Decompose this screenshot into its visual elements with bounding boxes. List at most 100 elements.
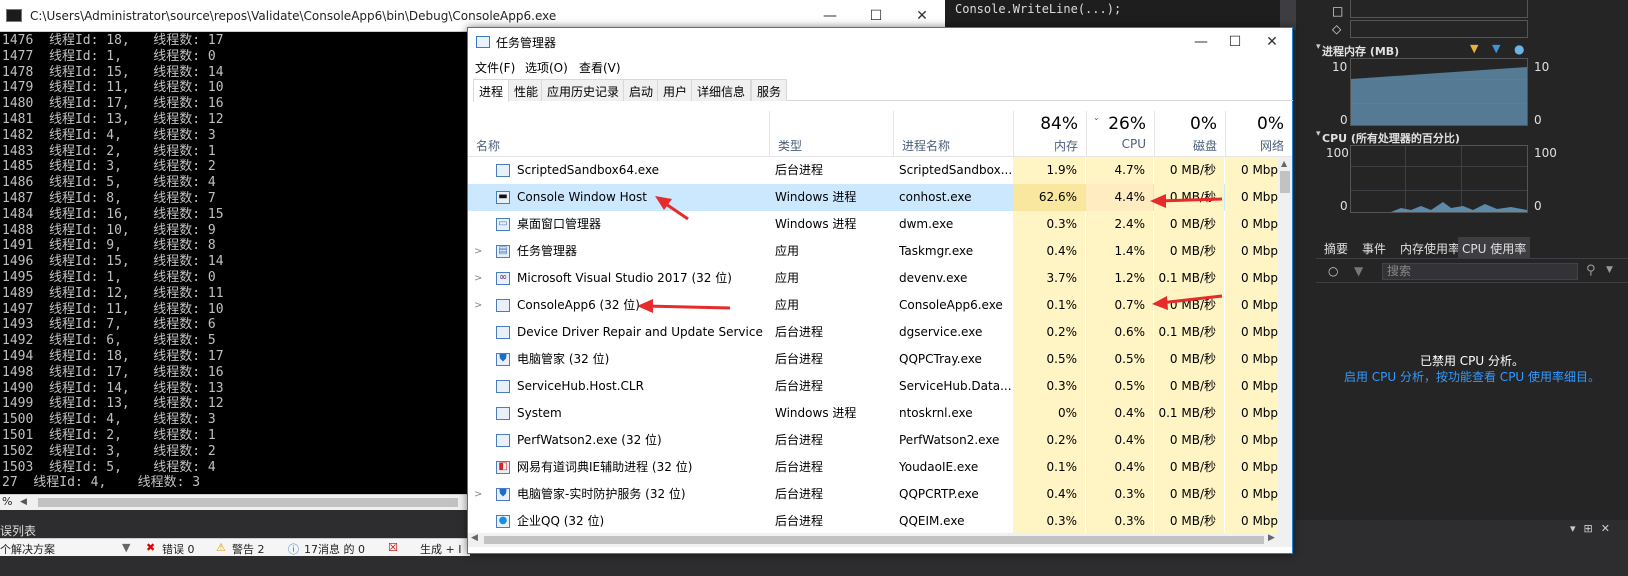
col-memory[interactable]: 84% 内存 (1013, 111, 1086, 157)
expand-chevron-icon[interactable]: > (474, 481, 488, 508)
enable-cpu-profiling-link[interactable]: 启用 CPU 分析，按功能查看 CPU 使用率细目。 (1316, 368, 1628, 385)
chevron-down-icon[interactable]: ▼ (1606, 265, 1613, 275)
console-hscrollbar[interactable]: % ◀ (0, 494, 470, 510)
process-row[interactable]: > ConsoleApp6 (32 位) 应用 ConsoleApp6.exe 0.1%… (468, 292, 1278, 319)
search-input[interactable]: 搜索 (1382, 263, 1578, 280)
console-line: 1488 线程Id: 10, 线程数: 9 (2, 222, 216, 238)
expand-chevron-icon[interactable] (474, 508, 488, 535)
process-image-name: QQEIM.exe (899, 514, 965, 528)
scroll-left-icon[interactable]: ◀ (471, 533, 478, 543)
tab-details[interactable]: 详细信息 (691, 79, 752, 101)
close-button[interactable]: ✕ (1249, 28, 1295, 56)
process-row[interactable]: ◧ 网易有道词典IE辅助进程 (32 位) 后台进程 YoudaoIE.exe 0.1%… (468, 454, 1278, 481)
expand-chevron-icon[interactable] (474, 400, 488, 427)
scroll-up-icon[interactable]: ▲ (1281, 159, 1287, 168)
chevron-down-icon[interactable]: ▼ (122, 541, 130, 554)
scroll-thumb[interactable] (38, 498, 458, 507)
col-name[interactable]: 名称 (468, 111, 769, 157)
tab-app-history[interactable]: 应用历史记录 (541, 79, 626, 101)
expand-chevron-icon[interactable] (474, 211, 488, 238)
collapse-arrow-icon[interactable]: ▾ (1316, 129, 1321, 139)
process-row[interactable]: PerfWatson2.exe (32 位) 后台进程 PerfWatson2.ex… (468, 427, 1278, 454)
collapse-arrow-icon[interactable]: ▾ (1316, 42, 1321, 52)
solution-filter[interactable]: 个解决方案 (0, 541, 55, 557)
console-line: 1495 线程Id: 1, 线程数: 0 (2, 269, 216, 285)
checkbox-icon[interactable]: □ (1332, 4, 1343, 18)
process-list-hscrollbar[interactable]: ◀ ▶ (468, 533, 1292, 547)
process-row[interactable]: ScriptedSandbox64.exe 后台进程 ScriptedSandbox… (468, 157, 1278, 184)
messages-filter[interactable]: 17消息 的 0 (304, 541, 365, 557)
process-row[interactable]: Device Driver Repair and Update Service … (468, 319, 1278, 346)
build-filter[interactable]: 生成 + I (420, 541, 461, 557)
tab-memory-usage[interactable]: 内存使用率 (1396, 237, 1464, 259)
menu-file[interactable]: 文件(F) (475, 59, 515, 76)
cpu-chart (1350, 145, 1528, 213)
diagnostic-tools-panel: □ ◇ ▾ 进程内存 (MB) ▼ ▼ ● 10 10 0 0 ▾ CPU (所… (1296, 0, 1628, 520)
scroll-thumb[interactable] (1280, 171, 1290, 193)
expand-chevron-icon[interactable] (474, 373, 488, 400)
tab-users[interactable]: 用户 (657, 79, 694, 101)
process-cpu: 0.5% (1086, 346, 1153, 373)
expand-chevron-icon[interactable] (474, 157, 488, 184)
expand-chevron-icon[interactable] (474, 319, 488, 346)
task-manager-window[interactable]: 任务管理器 — ☐ ✕ 文件(F) 选项(O) 查看(V) 进程 性能 应用历史… (467, 27, 1293, 554)
cpu-area (1351, 202, 1527, 212)
process-row[interactable]: ServiceHub.Host.CLR 后台进程 ServiceHub.Data..… (468, 373, 1278, 400)
scroll-thumb[interactable] (484, 536, 1264, 544)
warning-icon: ⚠ (216, 541, 226, 554)
process-type: 后台进程 (775, 487, 824, 501)
menu-options[interactable]: 选项(O) (525, 59, 568, 76)
tab-cpu-usage[interactable]: CPU 使用率 (1458, 237, 1531, 259)
console-icon: ▬ (496, 191, 510, 204)
memory-ymin-right: 0 (1534, 113, 1542, 127)
search-icon[interactable]: ⚲ (1586, 263, 1596, 278)
process-row[interactable]: ⛊ 电脑管家 (32 位) 后台进程 QQPCTray.exe 0.5% 0.5% 0 MB… (468, 346, 1278, 373)
col-cpu[interactable]: ⌄ 26% CPU (1086, 111, 1154, 157)
process-row[interactable]: ● 企业QQ (32 位) 后台进程 QQEIM.exe 0.3% 0.3% 0 MB/秒 0… (468, 508, 1278, 535)
panel-pin-icons[interactable]: ▾⊞✕ (1570, 522, 1618, 535)
tab-processes[interactable]: 进程 (473, 79, 510, 102)
scroll-right-icon[interactable]: ▶ (1268, 533, 1275, 543)
process-row[interactable]: ▭ 桌面窗口管理器 Windows 进程 dwm.exe 0.3% 2.4% 0 MB/秒 0… (468, 211, 1278, 238)
scroll-left-icon[interactable]: ◀ (20, 497, 27, 507)
col-disk[interactable]: 0% 磁盘 (1154, 111, 1225, 157)
process-row[interactable]: > ∞ Microsoft Visual Studio 2017 (32 位) 应用 d… (468, 265, 1278, 292)
filter-icon[interactable]: ▼ (1354, 264, 1363, 278)
visual-studio-icon: ∞ (496, 272, 510, 285)
process-image-name: PerfWatson2.exe (899, 433, 1000, 447)
process-list-vscrollbar[interactable]: ▲ ▼ (1278, 157, 1292, 543)
console-line: 1499 线程Id: 13, 线程数: 12 (2, 396, 224, 412)
clear-filter-icon[interactable]: ☒ (388, 541, 398, 554)
expand-chevron-icon[interactable]: > (474, 238, 488, 265)
record-icon[interactable]: ○ (1328, 264, 1338, 278)
app-window-icon (496, 380, 510, 393)
warnings-filter[interactable]: 警告 2 (232, 541, 265, 557)
expand-chevron-icon[interactable] (474, 184, 488, 211)
editor-scrollbar[interactable] (1280, 0, 1296, 30)
qq-icon: ● (496, 515, 510, 528)
expand-chevron-icon[interactable]: > (474, 265, 488, 292)
menu-view[interactable]: 查看(V) (579, 59, 621, 76)
desktop-window-icon: ▭ (496, 218, 510, 231)
col-type[interactable]: 类型 (769, 111, 893, 157)
expand-chevron-icon[interactable] (474, 346, 488, 373)
process-row[interactable]: > ▤ 任务管理器 应用 Taskmgr.exe 0.4% 1.4% 0 MB/秒 0 Mbp (468, 238, 1278, 265)
column-header: 名称 类型 进程名称 84% 内存 ⌄ 26% CPU 0% 磁盘 0% 网络 (468, 111, 1292, 157)
col-procname[interactable]: 进程名称 (893, 111, 1013, 157)
tab-summary[interactable]: 摘要 (1320, 237, 1352, 259)
tab-events[interactable]: 事件 (1358, 237, 1390, 259)
tab-performance[interactable]: 性能 (508, 79, 545, 101)
process-row[interactable]: System Windows 进程 ntoskrnl.exe 0% 0.4% 0.1 MB… (468, 400, 1278, 427)
expand-chevron-icon[interactable] (474, 454, 488, 481)
tab-startup[interactable]: 启动 (623, 79, 660, 101)
process-row[interactable]: ▬ Console Window Host Windows 进程 conhost.ex… (468, 184, 1278, 211)
expand-chevron-icon[interactable] (474, 427, 488, 454)
process-row[interactable]: > ⛊ 电脑管家-实时防护服务 (32 位) 后台进程 QQPCRTP.exe 0.4% 0… (468, 481, 1278, 508)
errors-filter[interactable]: 错误 0 (162, 541, 195, 557)
process-network: 0 Mbp (1225, 373, 1278, 400)
tab-services[interactable]: 服务 (751, 79, 788, 101)
process-memory: 0.3% (1013, 508, 1085, 535)
expand-chevron-icon[interactable]: > (474, 292, 488, 319)
task-manager-titlebar[interactable]: 任务管理器 — ☐ ✕ (468, 28, 1292, 56)
col-network[interactable]: 0% 网络 (1225, 111, 1292, 157)
